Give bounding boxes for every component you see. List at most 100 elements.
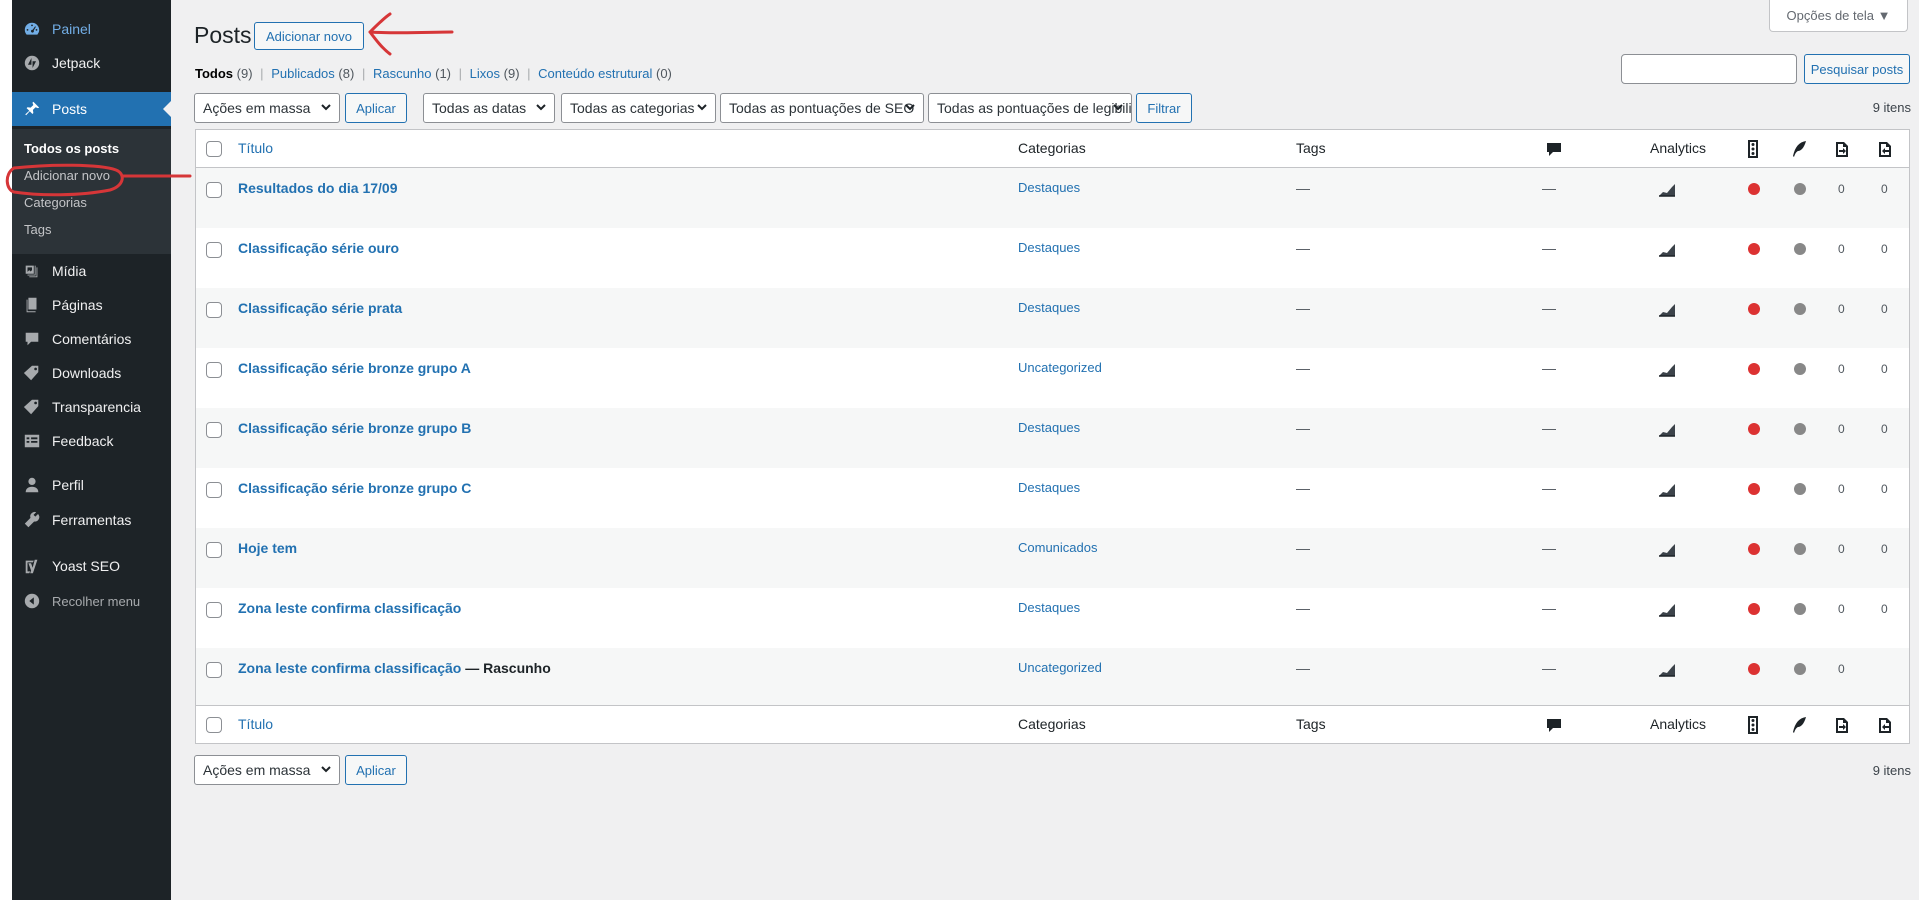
select-all-checkbox-footer[interactable] xyxy=(206,717,222,733)
sidebar-item-label: Perfil xyxy=(52,477,84,493)
apply-bulk-button[interactable]: Aplicar xyxy=(345,93,407,123)
table-row: Zona leste confirma classificação — Rasc… xyxy=(196,648,1909,708)
post-category-link[interactable]: Destaques xyxy=(1018,420,1080,435)
readability-score-dot xyxy=(1794,603,1806,615)
analytics-chart-icon[interactable] xyxy=(1658,363,1676,377)
post-title-link[interactable]: Classificação série ouro xyxy=(238,240,399,256)
incoming-links-icon[interactable] xyxy=(1876,139,1894,159)
add-new-post-button[interactable]: Adicionar novo xyxy=(254,22,364,50)
analytics-chart-icon[interactable] xyxy=(1658,663,1676,677)
row-checkbox[interactable] xyxy=(206,602,222,618)
analytics-chart-icon[interactable] xyxy=(1658,243,1676,257)
sidebar-item-posts[interactable]: Posts xyxy=(12,92,171,126)
search-posts-input[interactable] xyxy=(1621,54,1797,84)
post-title-link[interactable]: Hoje tem xyxy=(238,540,297,556)
screen-options-button[interactable]: Opções de tela ▼ xyxy=(1769,0,1908,32)
sidebar-item-yoast[interactable]: Yoast SEO xyxy=(12,549,171,583)
sidebar-item-transparencia[interactable]: Transparencia xyxy=(12,390,171,424)
post-tags-value: — xyxy=(1296,360,1310,376)
readability-filter-select[interactable]: Todas as pontuações de legibilidade xyxy=(928,93,1132,123)
sidebar-item-comments[interactable]: Comentários xyxy=(12,322,171,356)
wrench-icon xyxy=(22,510,42,530)
submenu-tags[interactable]: Tags xyxy=(24,222,51,237)
analytics-chart-icon[interactable] xyxy=(1658,483,1676,497)
bulk-actions-select[interactable]: Ações em massa xyxy=(194,93,340,123)
post-title-link[interactable]: Classificação série bronze grupo B xyxy=(238,420,471,436)
view-cornerstone[interactable]: Conteúdo estrutural xyxy=(538,66,652,81)
row-checkbox[interactable] xyxy=(206,242,222,258)
submenu-all-posts[interactable]: Todos os posts xyxy=(24,141,119,156)
outgoing-links-icon[interactable] xyxy=(1833,139,1851,159)
view-trash[interactable]: Lixos xyxy=(470,66,500,81)
post-category-link[interactable]: Destaques xyxy=(1018,600,1080,615)
column-title-footer[interactable]: Título xyxy=(238,716,273,732)
submenu-add-new[interactable]: Adicionar novo xyxy=(24,168,110,183)
row-checkbox[interactable] xyxy=(206,362,222,378)
sidebar-item-downloads[interactable]: Downloads xyxy=(12,356,171,390)
submenu-categories[interactable]: Categorias xyxy=(24,195,87,210)
post-title-link[interactable]: Classificação série bronze grupo A xyxy=(238,360,471,376)
chevron-down-icon xyxy=(319,762,333,776)
incoming-links-icon[interactable] xyxy=(1876,715,1894,735)
sidebar-item-media[interactable]: Mídia xyxy=(12,254,171,288)
table-row: Classificação série bronze grupo A Uncate… xyxy=(196,348,1909,408)
posts-submenu: Todos os posts Adicionar novo Categorias… xyxy=(12,129,171,254)
outgoing-links-icon[interactable] xyxy=(1833,715,1851,735)
analytics-chart-icon[interactable] xyxy=(1658,303,1676,317)
post-title-link[interactable]: Classificação série bronze grupo C xyxy=(238,480,471,496)
view-draft[interactable]: Rascunho xyxy=(373,66,432,81)
comment-bubble-icon[interactable] xyxy=(1545,139,1563,159)
sidebar-item-tools[interactable]: Ferramentas xyxy=(12,503,171,537)
seo-score-dot xyxy=(1748,363,1760,375)
post-title-link[interactable]: Zona leste confirma classificação xyxy=(238,600,461,616)
view-all[interactable]: Todos xyxy=(195,66,233,81)
feedback-icon xyxy=(22,431,42,451)
post-category-link[interactable]: Uncategorized xyxy=(1018,360,1102,375)
sidebar-item-painel[interactable]: Painel xyxy=(12,12,171,46)
post-title-link[interactable]: Resultados do dia 17/09 xyxy=(238,180,398,196)
column-title-header[interactable]: Título xyxy=(238,140,273,156)
collapse-menu-button[interactable]: Recolher menu xyxy=(12,584,171,618)
sidebar-item-pages[interactable]: Páginas xyxy=(12,288,171,322)
post-category-link[interactable]: Destaques xyxy=(1018,300,1080,315)
post-category-link[interactable]: Destaques xyxy=(1018,180,1080,195)
post-category-link[interactable]: Destaques xyxy=(1018,240,1080,255)
quill-icon[interactable] xyxy=(1790,139,1808,159)
view-published[interactable]: Publicados xyxy=(271,66,335,81)
post-category-link[interactable]: Destaques xyxy=(1018,480,1080,495)
bulk-actions-select-bottom[interactable]: Ações em massa xyxy=(194,755,340,785)
analytics-chart-icon[interactable] xyxy=(1658,423,1676,437)
post-title-link[interactable]: Classificação série prata xyxy=(238,300,402,316)
filter-button[interactable]: Filtrar xyxy=(1136,93,1192,123)
view-separator: | xyxy=(260,66,264,81)
post-category-link[interactable]: Uncategorized xyxy=(1018,660,1102,675)
apply-bulk-button-bottom[interactable]: Aplicar xyxy=(345,755,407,785)
incoming-links-count: 0 xyxy=(1881,182,1888,196)
select-all-checkbox[interactable] xyxy=(206,141,222,157)
sidebar-item-jetpack[interactable]: Jetpack xyxy=(12,46,171,80)
seo-score-filter-select[interactable]: Todas as pontuações de SEO xyxy=(720,93,924,123)
date-filter-select[interactable]: Todas as datas xyxy=(423,93,555,123)
post-category-link[interactable]: Comunicados xyxy=(1018,540,1098,555)
analytics-chart-icon[interactable] xyxy=(1658,543,1676,557)
quill-icon[interactable] xyxy=(1790,715,1808,735)
row-checkbox[interactable] xyxy=(206,302,222,318)
row-checkbox[interactable] xyxy=(206,182,222,198)
row-checkbox[interactable] xyxy=(206,662,222,678)
readability-score-dot xyxy=(1794,183,1806,195)
search-posts-button[interactable]: Pesquisar posts xyxy=(1804,54,1910,84)
comment-bubble-icon[interactable] xyxy=(1545,715,1563,735)
traffic-light-icon[interactable] xyxy=(1744,139,1762,159)
category-filter-select[interactable]: Todas as categorias xyxy=(561,93,716,123)
post-title-link[interactable]: Zona leste confirma classificação xyxy=(238,660,461,676)
sidebar-item-feedback[interactable]: Feedback xyxy=(12,424,171,458)
analytics-chart-icon[interactable] xyxy=(1658,183,1676,197)
sidebar-item-profile[interactable]: Perfil xyxy=(12,468,171,502)
traffic-light-icon[interactable] xyxy=(1744,715,1762,735)
readability-score-dot xyxy=(1794,303,1806,315)
sidebar-item-label: Painel xyxy=(52,21,91,37)
row-checkbox[interactable] xyxy=(206,482,222,498)
row-checkbox[interactable] xyxy=(206,422,222,438)
row-checkbox[interactable] xyxy=(206,542,222,558)
analytics-chart-icon[interactable] xyxy=(1658,603,1676,617)
